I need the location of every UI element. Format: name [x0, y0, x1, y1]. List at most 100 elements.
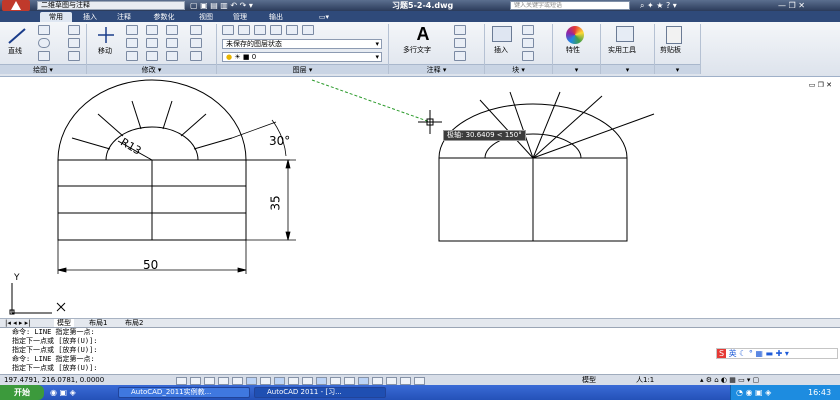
panel-properties[interactable]: ▾ — [553, 64, 600, 74]
toggle-15[interactable] — [372, 377, 383, 385]
ime-icons[interactable]: ☾ ° ▦ ▬ ✚ ▾ — [739, 349, 789, 358]
fillet-icon[interactable] — [146, 38, 158, 48]
search-input[interactable]: 键入关键字或短语 — [510, 1, 630, 10]
polar-toggle[interactable] — [218, 377, 229, 385]
polyline-icon[interactable] — [38, 25, 50, 35]
snap-toggle[interactable] — [176, 377, 187, 385]
ime-lang[interactable]: 英 — [729, 349, 737, 358]
quick-launch-icons[interactable]: ◉ ▣ ◈ — [50, 387, 76, 398]
ducs-toggle[interactable] — [260, 377, 271, 385]
app-menu-icon[interactable] — [2, 0, 30, 11]
hatch-icon[interactable] — [68, 38, 80, 48]
layer-freeze-icon[interactable] — [286, 25, 298, 35]
clock: 16:43 — [808, 388, 832, 397]
create-block-icon[interactable] — [522, 25, 534, 35]
offset-icon[interactable] — [166, 51, 178, 61]
drawing-canvas[interactable]: ▭ ❐ ✕ R13 30° 35 50 Y 极轴: 30.6409 < 150° — [0, 78, 840, 318]
osnap-toggle[interactable] — [232, 377, 243, 385]
panel-annotation[interactable]: 注释 ▾ — [389, 64, 484, 74]
circle-icon[interactable] — [38, 38, 50, 48]
move-tool-icon[interactable] — [96, 25, 116, 45]
quick-access-icons[interactable]: ▢ ▣ ▤ ▥ ↶ ↷ ▾ — [190, 1, 253, 10]
dim-width: 50 — [143, 258, 159, 272]
layer-select[interactable]: ● ☀ ■ 0 ▾ — [222, 52, 382, 62]
toggle-16[interactable] — [386, 377, 397, 385]
grid-toggle[interactable] — [190, 377, 201, 385]
task-autocad[interactable]: AutoCAD 2011 - [习... — [254, 387, 386, 398]
workspace-selector[interactable]: 二维草图与注释 — [37, 1, 185, 10]
layer-match-icon[interactable] — [238, 25, 250, 35]
clipboard-icon[interactable] — [666, 26, 682, 44]
tab-view[interactable]: 视图 — [192, 12, 220, 22]
layer-off-icon[interactable] — [270, 25, 282, 35]
tpy-toggle[interactable] — [302, 377, 313, 385]
table-icon[interactable] — [454, 51, 466, 61]
tab-insert[interactable]: 插入 — [76, 12, 104, 22]
mirror-icon[interactable] — [126, 38, 138, 48]
stretch-icon[interactable] — [126, 51, 138, 61]
help-icons[interactable]: ⌕ ✦ ★ ? ▾ — [640, 1, 677, 10]
trim-icon[interactable] — [146, 25, 158, 35]
command-window[interactable]: 命令: LINE 指定第一点: 指定下一点或 [放弃(U)]: 指定下一点或 [… — [0, 327, 840, 374]
block-attr-icon[interactable] — [522, 51, 534, 61]
toggle-14[interactable] — [358, 377, 369, 385]
array-icon[interactable] — [190, 25, 202, 35]
utilities-icon[interactable] — [616, 26, 634, 42]
region-icon[interactable] — [68, 51, 80, 61]
rect-icon[interactable] — [68, 25, 80, 35]
panel-utilities[interactable]: ▾ — [601, 64, 654, 74]
toggle-17[interactable] — [400, 377, 411, 385]
extend-icon[interactable] — [190, 51, 202, 61]
panel-layers[interactable]: 图层 ▾ — [217, 64, 388, 74]
sc-toggle[interactable] — [330, 377, 341, 385]
leader-icon[interactable] — [454, 38, 466, 48]
tab-home[interactable]: 常用 — [40, 12, 72, 22]
lightbulb-icon: ● — [226, 53, 233, 61]
tab-parametric[interactable]: 参数化 — [144, 12, 184, 22]
status-tray-icons[interactable]: ▴ ⚙ ⌂ ◐ ▦ ▭ ▾ ▢ — [700, 376, 759, 385]
panel-block[interactable]: 块 ▾ — [485, 64, 552, 74]
qp-toggle[interactable] — [316, 377, 327, 385]
lwt-toggle[interactable] — [288, 377, 299, 385]
ime-toolbar[interactable]: S 英 ☾ ° ▦ ▬ ✚ ▾ — [716, 348, 838, 359]
insert-block-icon[interactable] — [492, 26, 512, 42]
title-bar: 二维草图与注释 ▢ ▣ ▤ ▥ ↶ ↷ ▾ 习题5-2-4.dwg 键入关键字或… — [0, 0, 840, 11]
edit-block-icon[interactable] — [522, 38, 534, 48]
layer-iso-icon[interactable] — [254, 25, 266, 35]
tray-icons[interactable]: ◔ ◉ ▣ ◈ — [736, 387, 771, 398]
copy-icon[interactable] — [190, 38, 202, 48]
layer-lock-icon[interactable] — [302, 25, 314, 35]
erase-icon[interactable] — [166, 25, 178, 35]
annotation-scale[interactable]: 人1:1 — [636, 376, 654, 385]
model-space-label[interactable]: 模型 — [582, 376, 596, 385]
tab-annotate[interactable]: 注释 — [110, 12, 138, 22]
panel-modify[interactable]: 修改 ▾ — [87, 64, 216, 74]
dim-height: 35 — [268, 195, 283, 211]
command-line: 命令: LINE 指定第一点: — [12, 355, 95, 363]
otrack-toggle[interactable] — [246, 377, 257, 385]
task-pdf[interactable]: AutoCAD_2011实例教... — [118, 387, 250, 398]
start-button[interactable]: 开始 — [0, 385, 44, 400]
layer-props-icon[interactable] — [222, 25, 234, 35]
ucs-y-label: Y — [14, 273, 20, 283]
panel-draw[interactable]: 绘图 ▾ — [0, 64, 86, 74]
ortho-toggle[interactable] — [204, 377, 215, 385]
scale-icon[interactable] — [146, 51, 158, 61]
ribbon-toggle-icon[interactable]: ▭▾ — [312, 12, 336, 22]
tab-output[interactable]: 输出 — [262, 12, 290, 22]
am-toggle[interactable] — [344, 377, 355, 385]
window-controls[interactable]: — ❐ ✕ — [778, 1, 805, 10]
layer-state-select[interactable]: 未保存的图层状态 ▾ — [222, 39, 382, 49]
dimension-icon[interactable] — [454, 25, 466, 35]
tab-manage[interactable]: 管理 — [226, 12, 254, 22]
taskbar: 开始 ◉ ▣ ◈ AutoCAD_2011实例教... AutoCAD 2011… — [0, 385, 840, 400]
dyn-toggle[interactable] — [274, 377, 285, 385]
explode-icon[interactable] — [166, 38, 178, 48]
properties-icon[interactable] — [566, 26, 584, 44]
arc-icon[interactable] — [38, 51, 50, 61]
rotate-icon[interactable] — [126, 25, 138, 35]
toggle-18[interactable] — [414, 377, 425, 385]
line-tool-icon[interactable] — [6, 26, 28, 46]
mtext-icon[interactable]: A — [412, 24, 434, 44]
panel-clipboard[interactable]: ▾ — [655, 64, 700, 74]
